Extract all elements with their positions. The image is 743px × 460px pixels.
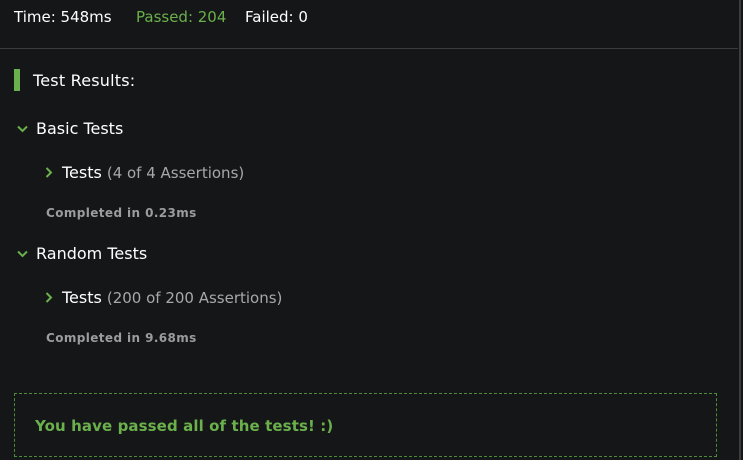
results-title: Test Results: [33,70,136,90]
passed-stat: Passed: 204 [136,8,227,26]
completed-time: Completed in 0.23ms [46,206,197,220]
results-header: Test Results: [14,69,135,91]
test-label: Tests [62,163,102,182]
assertion-count: (200 of 200 Assertions) [106,289,283,307]
completed-time: Completed in 9.68ms [46,331,197,345]
status-bar-marker [14,69,20,91]
pass-message: You have passed all of the tests! :) [35,417,334,435]
time-stat: Time: 548ms [14,8,112,26]
chevron-down-icon [17,125,28,132]
panel-border [739,0,741,460]
assertion-count: (4 of 4 Assertions) [106,164,245,182]
group-label: Basic Tests [36,119,124,138]
pass-message-box: You have passed all of the tests! :) [14,393,717,457]
test-label: Tests [62,288,102,307]
test-row-random[interactable]: Tests (200 of 200 Assertions) [45,288,282,307]
failed-stat: Failed: 0 [245,8,308,26]
chevron-right-icon [45,167,53,178]
chevron-right-icon [45,292,53,303]
group-label: Random Tests [36,244,148,263]
group-random-tests[interactable]: Random Tests [17,244,147,263]
stats-bar: Time: 548ms Passed: 204 Failed: 0 [0,0,738,49]
chevron-down-icon [17,250,28,257]
group-basic-tests[interactable]: Basic Tests [17,119,123,138]
test-row-basic[interactable]: Tests (4 of 4 Assertions) [45,163,244,182]
